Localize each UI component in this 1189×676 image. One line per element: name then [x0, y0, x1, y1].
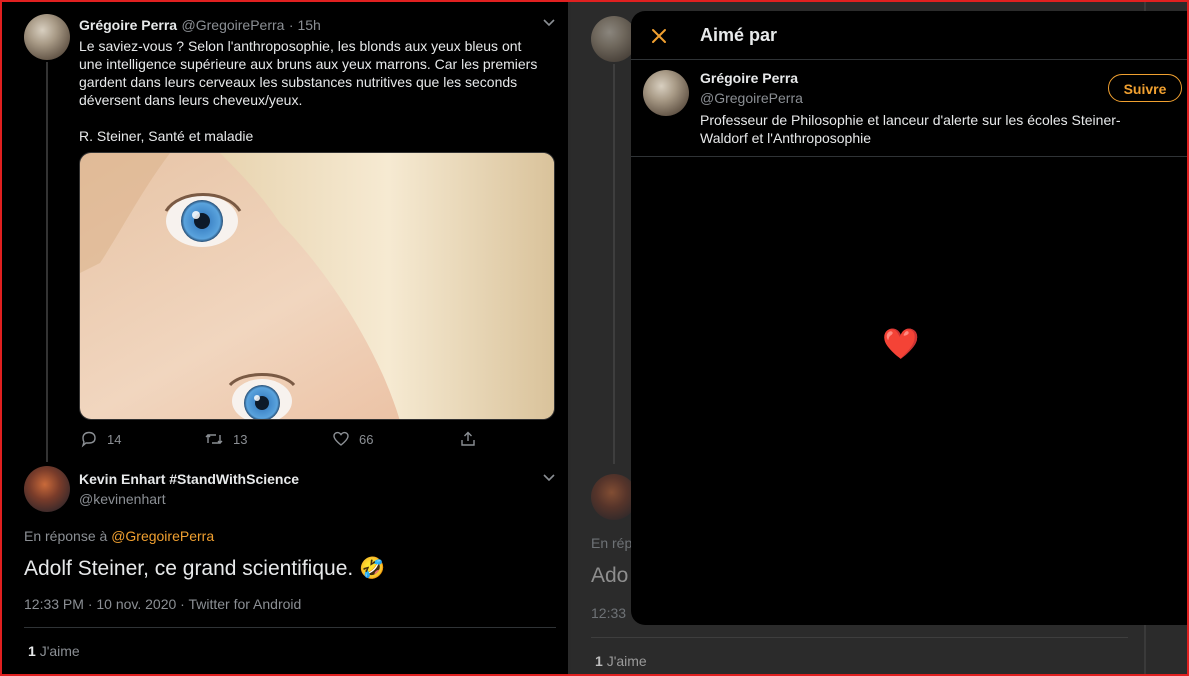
chevron-down-icon[interactable] [542, 473, 556, 483]
reply-context-partial: En rép [591, 535, 633, 551]
follow-button[interactable]: Suivre [1108, 74, 1182, 102]
reply-icon [81, 431, 96, 448]
reply-action[interactable]: 14 [80, 430, 121, 448]
likes-summary-label: J'aime [39, 643, 80, 659]
author-handle[interactable]: @GregoirePerra [182, 17, 285, 33]
tweet-header: Grégoire Perra @GregoirePerra · 15h [79, 16, 321, 35]
modal-title: Aimé par [700, 25, 778, 45]
user-bio-line: Waldorf et l'Anthroposophie [700, 130, 872, 146]
reply-to-link[interactable]: @GregoirePerra [111, 528, 214, 544]
author-name[interactable]: Grégoire Perra [79, 17, 177, 33]
tweet-text: Adolf Steiner, ce grand scientifique. 🤣 [24, 555, 385, 583]
likes-summary-count: 1 [28, 643, 36, 659]
tweet-text-content: Adolf Steiner, ce grand scientifique. [24, 557, 354, 580]
tweet-text: Le saviez-vous ? Selon l'anthroposophie,… [79, 37, 559, 145]
user-name[interactable]: Grégoire Perra [700, 70, 798, 86]
retweet-count: 13 [233, 431, 248, 447]
tweet-image[interactable] [79, 152, 555, 420]
user-handle[interactable]: @GregoirePerra [700, 89, 803, 107]
user-bio-line: Professeur de Philosophie et lanceur d'a… [700, 112, 1121, 128]
chevron-down-icon[interactable] [542, 18, 556, 28]
like-action[interactable]: 66 [332, 430, 373, 448]
likes-summary-dimmed: 1 J'aime [595, 653, 647, 669]
tweet-text-line: Le saviez-vous ? Selon l'anthroposophie,… [79, 38, 522, 54]
tweet-text-line: gardent dans leurs cerveaux les substanc… [79, 74, 518, 90]
likes-summary-count: 1 [595, 653, 603, 669]
author-name[interactable]: Kevin Enhart #StandWithScience [79, 471, 299, 487]
author-handle[interactable]: @kevinenhart [79, 490, 166, 508]
tweet-citation: R. Steiner, Santé et maladie [79, 128, 254, 144]
left-pane: Grégoire Perra @GregoirePerra · 15h Le s… [2, 2, 568, 674]
timestamp-partial: 12:33 [591, 605, 627, 621]
tweet-time[interactable]: · 15h [289, 17, 321, 33]
share-icon [461, 431, 475, 446]
close-icon[interactable] [651, 28, 667, 44]
likes-summary[interactable]: 1 J'aime [28, 643, 80, 659]
tweet-text-partial: Ado [591, 564, 629, 587]
blue-eyes-photo [80, 153, 554, 419]
likes-summary-label: J'aime [606, 653, 647, 669]
avatar[interactable] [24, 466, 70, 512]
retweet-action[interactable]: 13 [204, 430, 247, 448]
divider [24, 627, 556, 628]
avatar[interactable] [24, 14, 70, 60]
tweet-text-line: une intelligence supérieure aux bruns au… [79, 56, 538, 72]
share-action[interactable] [459, 430, 477, 448]
like-count: 66 [359, 431, 374, 447]
heart-outline-icon [333, 431, 349, 446]
reply-prefix: En réponse à [24, 528, 108, 544]
heart-icon: ❤️ [882, 328, 920, 361]
thread-line [613, 64, 615, 464]
divider [591, 637, 1128, 638]
liked-by-modal: Aimé par Grégoire Perra @GregoirePerra P… [631, 11, 1187, 625]
rofl-emoji: 🤣 [359, 557, 386, 580]
tweet-text-line: déversent dans leurs cheveux/yeux. [79, 92, 303, 108]
reply-context: En réponse à @GregoirePerra [24, 527, 214, 545]
retweet-icon [205, 434, 223, 444]
user-cell[interactable]: Grégoire Perra @GregoirePerra Professeur… [631, 60, 1187, 157]
user-bio: Professeur de Philosophie et lanceur d'a… [700, 111, 1170, 147]
thread-line [46, 62, 48, 462]
tweet-timestamp[interactable]: 12:33 PM · 10 nov. 2020 · Twitter for An… [24, 596, 301, 612]
modal-header: Aimé par [631, 11, 1187, 60]
reply-count: 14 [107, 431, 122, 447]
avatar[interactable] [643, 70, 689, 116]
